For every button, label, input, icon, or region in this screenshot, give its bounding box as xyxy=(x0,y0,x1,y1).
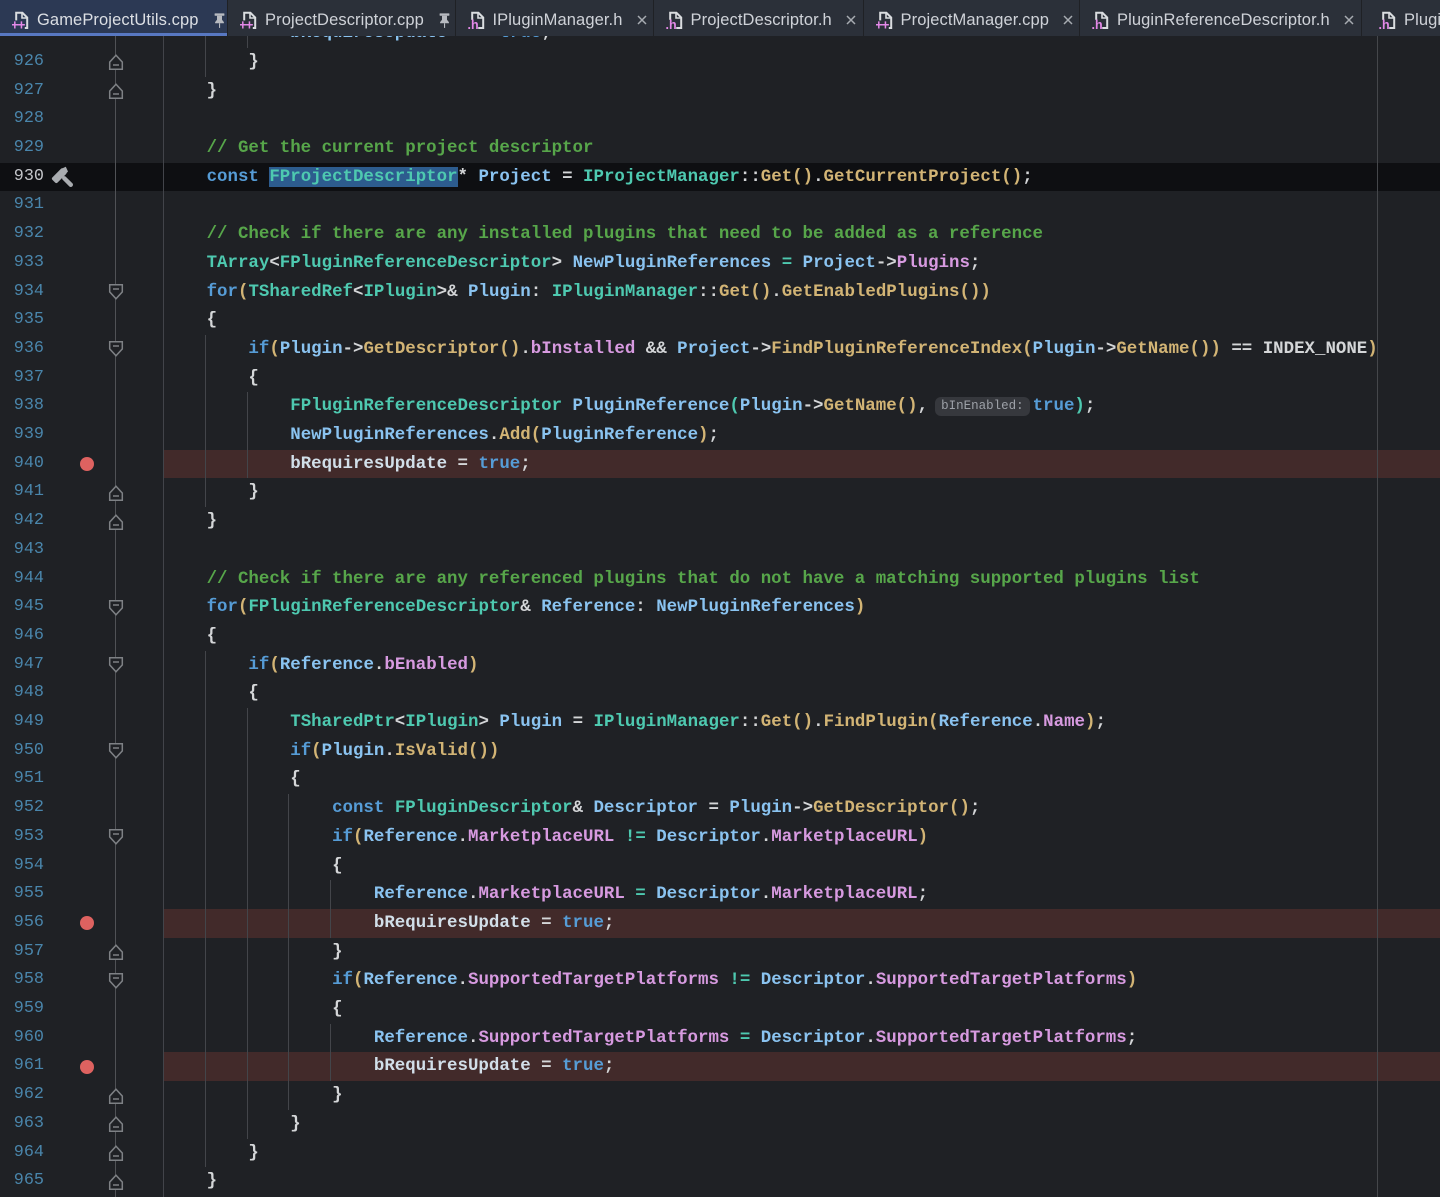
svg-text:.h: .h xyxy=(1092,18,1103,30)
svg-text:.h: .h xyxy=(468,18,479,30)
svg-text:++: ++ xyxy=(876,17,889,29)
svg-text:.h: .h xyxy=(666,18,677,30)
svg-text:++: ++ xyxy=(12,17,25,29)
svg-text:++: ++ xyxy=(240,17,253,29)
svg-text:.h: .h xyxy=(1379,18,1390,30)
